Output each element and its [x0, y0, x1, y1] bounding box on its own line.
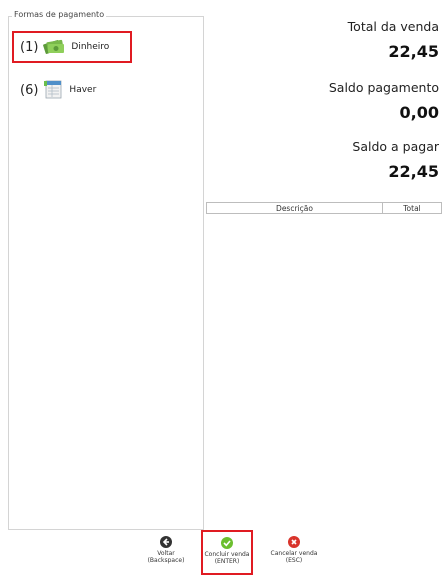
concluir-label: Concluir venda: [204, 551, 250, 558]
column-header-descricao[interactable]: Descrição: [207, 203, 383, 213]
saldo-a-pagar-value: 22,45: [388, 162, 439, 181]
saldo-pagamento-value: 0,00: [399, 103, 439, 122]
concluir-venda-button[interactable]: Concluir venda (ENTER): [201, 530, 253, 575]
concluir-shortcut: (ENTER): [214, 558, 240, 565]
payment-item-key: (6): [20, 82, 39, 98]
payments-table: Descrição Total: [206, 202, 442, 214]
saldo-a-pagar-label: Saldo a pagar: [352, 139, 439, 154]
saldo-pagamento-label: Saldo pagamento: [328, 80, 439, 95]
money-bills-icon: [43, 37, 65, 58]
back-arrow-icon: [160, 536, 172, 548]
cancelar-shortcut: (ESC): [285, 557, 303, 564]
total-da-venda-label: Total da venda: [347, 19, 439, 34]
voltar-shortcut: (Backspace): [147, 557, 185, 564]
payment-item-label: Dinheiro: [71, 42, 110, 52]
column-header-total[interactable]: Total: [383, 203, 441, 213]
payment-item-haver[interactable]: (6) Haver: [20, 74, 96, 106]
cancelar-label: Cancelar venda: [270, 550, 318, 557]
payment-item-label: Haver: [69, 85, 97, 95]
voltar-button[interactable]: Voltar (Backspace): [140, 536, 192, 564]
ledger-icon: [43, 79, 63, 102]
close-icon: [288, 536, 300, 548]
voltar-label: Voltar: [157, 550, 175, 557]
payment-item-key: (1): [20, 39, 39, 55]
cancelar-venda-button[interactable]: Cancelar venda (ESC): [268, 536, 320, 564]
payment-methods-title: Formas de pagamento: [12, 10, 107, 20]
total-da-venda-value: 22,45: [388, 42, 439, 61]
payment-item-dinheiro[interactable]: (1) Dinheiro: [12, 31, 132, 63]
checkmark-icon: [221, 537, 233, 549]
